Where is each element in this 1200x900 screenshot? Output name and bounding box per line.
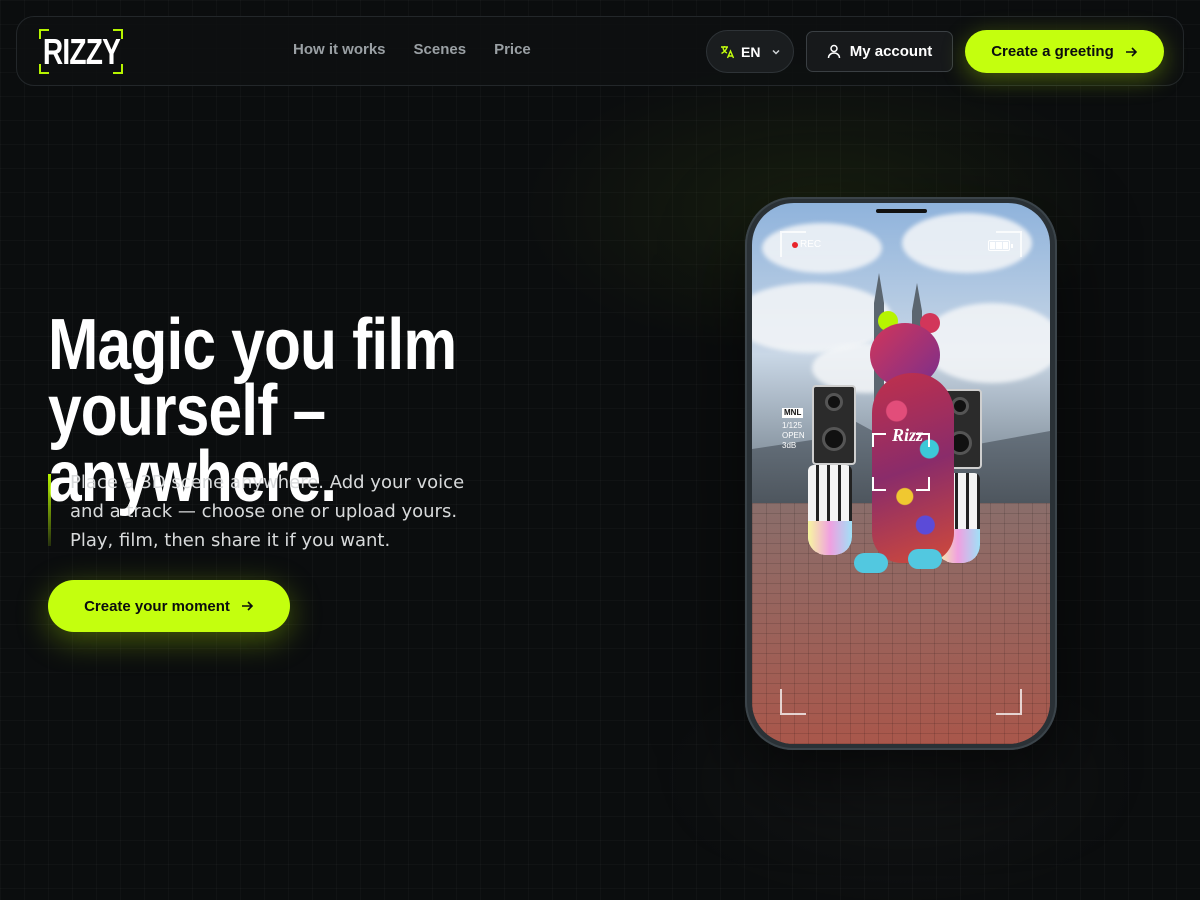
logo[interactable]: RIZZY [39, 29, 123, 74]
create-your-moment-button[interactable]: Create your moment [48, 580, 290, 632]
hud-corner [996, 689, 1022, 715]
rec-dot [792, 241, 798, 248]
focus-corner [872, 477, 886, 491]
arrow-right-icon [1125, 46, 1137, 57]
phone-notch [876, 209, 927, 213]
my-account-label: My account [849, 43, 933, 60]
focus-corner [872, 433, 886, 447]
top-navigation: RIZZY How it works Scenes Price EN My ac… [16, 16, 1184, 86]
camera-shutter: 1/125 [782, 421, 803, 430]
left-speaker [812, 385, 856, 465]
camera-aperture: OPEN [782, 431, 805, 440]
language-code: EN [741, 43, 761, 60]
subtitle-accent-bar [48, 474, 51, 546]
user-icon [827, 44, 840, 59]
create-greeting-label: Create a greeting [991, 43, 1114, 60]
focus-corner [916, 477, 930, 491]
bear-shoe [854, 553, 888, 573]
left-pedestal [808, 465, 852, 555]
battery-icon [988, 240, 1013, 251]
nav-links: How it works Scenes Price [293, 41, 531, 58]
create-greeting-button[interactable]: Create a greeting [965, 30, 1164, 73]
camera-mode: MNL [782, 408, 804, 418]
nav-link-how-it-works[interactable]: How it works [293, 41, 386, 58]
cloud [922, 303, 1050, 383]
arrow-right-icon [241, 601, 254, 611]
logo-text: RIZZY [42, 30, 120, 72]
bear-shoe [908, 549, 942, 569]
chevron-down-icon [772, 49, 780, 55]
my-account-button[interactable]: My account [806, 31, 953, 72]
rec-indicator: REC [792, 239, 821, 250]
nav-link-price[interactable]: Price [494, 41, 531, 58]
speaker-tweeter [825, 393, 843, 411]
hud-corner [780, 689, 806, 715]
hero-subtitle: Place a 3D scene anywhere. Add your voic… [70, 472, 465, 551]
create-your-moment-label: Create your moment [84, 597, 230, 615]
nav-link-scenes[interactable]: Scenes [414, 41, 467, 58]
camera-info: MNL 1/125 OPEN 3dB [782, 408, 805, 451]
rec-label: REC [800, 239, 822, 250]
phone-screen: Rizz REC MNL 1/125 OPEN 3dB [752, 203, 1050, 744]
language-selector[interactable]: EN [706, 30, 794, 73]
camera-gain: 3dB [782, 441, 797, 450]
translate-icon [721, 45, 735, 58]
phone-mockup: Rizz REC MNL 1/125 OPEN 3dB [745, 197, 1057, 750]
focus-reticle [872, 433, 930, 491]
focus-corner [916, 433, 930, 447]
speaker-woofer [822, 427, 846, 451]
